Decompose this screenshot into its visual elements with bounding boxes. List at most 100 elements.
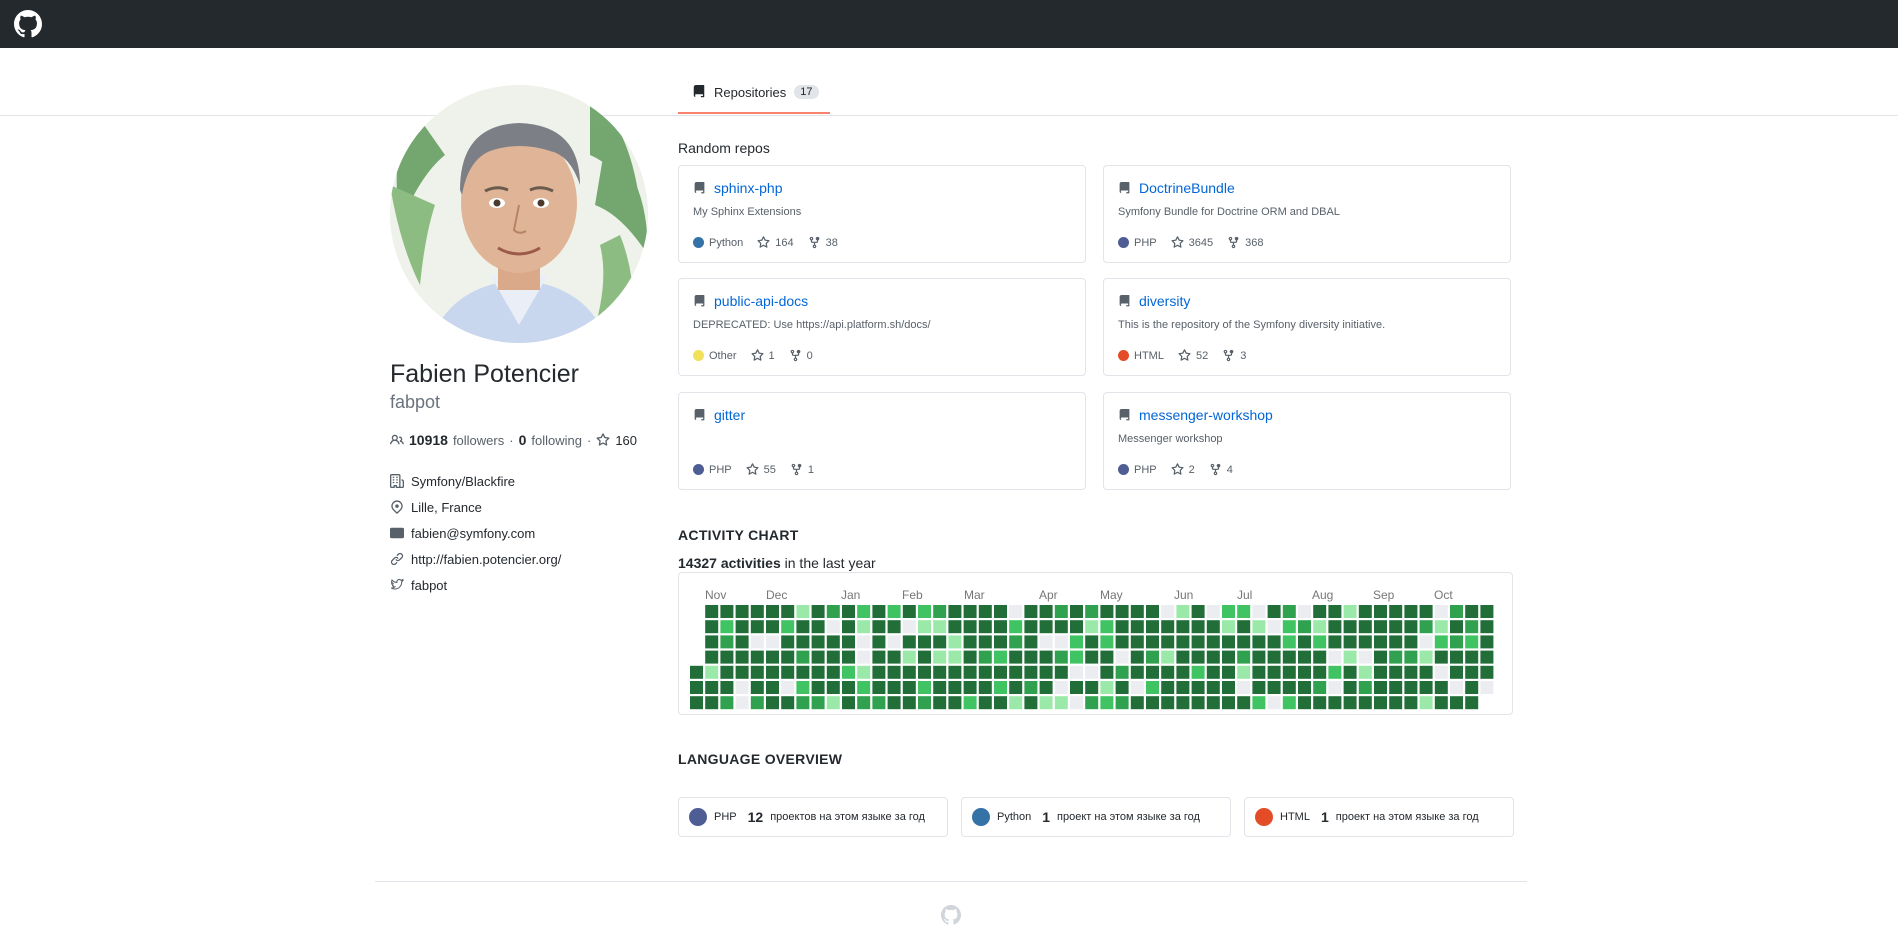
activity-day-cell <box>1298 635 1311 649</box>
repo-forks[interactable]: 4 <box>1209 463 1233 476</box>
activity-day-cell <box>705 620 719 634</box>
github-mark-icon[interactable] <box>14 10 42 38</box>
activity-grid <box>690 605 1494 710</box>
repo-forks-count: 0 <box>806 349 813 362</box>
following-label[interactable]: following <box>531 433 582 448</box>
repo-meta: Other 1 0 <box>693 349 1071 362</box>
repo-card[interactable]: DoctrineBundle Symfony Bundle for Doctrin… <box>1103 165 1511 263</box>
activity-day-cell <box>1434 696 1448 710</box>
activity-day-cell <box>750 696 764 710</box>
activity-day-cell <box>1009 605 1023 618</box>
repo-stars[interactable]: 3645 <box>1171 236 1213 249</box>
repo-forks-count: 38 <box>825 236 838 249</box>
activity-day-cell <box>1024 635 1038 649</box>
activity-day-cell <box>1100 620 1114 634</box>
month-label: Oct <box>1434 588 1453 602</box>
repo-stars[interactable]: 1 <box>750 349 775 362</box>
star-icon <box>1171 236 1184 248</box>
activity-day-cell <box>1419 605 1433 618</box>
followers-count[interactable]: 10918 <box>409 432 448 448</box>
repo-card[interactable]: diversity This is the repository of the S… <box>1103 278 1511 376</box>
github-mark-icon[interactable] <box>941 905 961 925</box>
activity-day-cell <box>1070 650 1083 664</box>
repo-stars[interactable]: 55 <box>746 463 776 476</box>
stars-count[interactable]: 160 <box>615 433 637 448</box>
activity-day-cell <box>1358 696 1372 710</box>
activity-day-cell <box>1434 665 1448 679</box>
activity-day-cell <box>1267 665 1281 679</box>
repo-forks[interactable]: 1 <box>790 463 814 476</box>
repo-name-link[interactable]: DoctrineBundle <box>1139 180 1235 196</box>
activity-day-cell <box>1282 635 1296 649</box>
activity-day-cell <box>872 650 886 664</box>
activity-day-cell <box>1161 681 1175 694</box>
activity-day-cell <box>994 635 1007 649</box>
tab-repositories-count: 17 <box>794 85 819 99</box>
repo-name-link[interactable]: messenger-workshop <box>1139 407 1273 423</box>
activity-day-cell <box>994 696 1007 710</box>
twitter-link[interactable]: fabpot <box>411 578 447 593</box>
activity-day-cell <box>1450 605 1463 618</box>
activity-day-cell <box>750 681 764 694</box>
random-repos-heading: Random repos <box>678 140 770 156</box>
activity-suffix: in the last year <box>780 555 876 571</box>
activity-day-cell <box>826 650 840 664</box>
repo-name-link[interactable]: sphinx-php <box>714 180 783 196</box>
activity-day-cell <box>735 681 749 694</box>
activity-day-cell <box>857 665 871 679</box>
activity-day-cell <box>750 635 764 649</box>
activity-day-cell <box>1237 650 1251 664</box>
repo-forks[interactable]: 0 <box>789 349 813 362</box>
activity-day-cell <box>1009 696 1023 710</box>
repo-stars[interactable]: 2 <box>1171 463 1195 476</box>
activity-day-cell <box>1161 605 1175 618</box>
repo-card[interactable]: public-api-docs DEPRECATED: Use https://a… <box>678 278 1086 376</box>
tab-repositories[interactable]: Repositories 17 <box>678 72 830 114</box>
language-card: HTML 1 проект на этом языке за год <box>1244 797 1514 837</box>
language-text: проект на этом языке за год <box>1335 811 1479 823</box>
activity-day-cell <box>1009 650 1023 664</box>
month-label: May <box>1100 588 1123 602</box>
activity-day-cell <box>735 635 749 649</box>
repo-forks[interactable]: 368 <box>1227 236 1263 249</box>
activity-day-cell <box>1161 696 1175 710</box>
repo-stars-count: 55 <box>763 463 776 476</box>
repo-forks[interactable]: 38 <box>808 236 838 249</box>
repo-forks[interactable]: 3 <box>1222 349 1246 362</box>
activity-day-cell <box>1130 620 1144 634</box>
fork-icon <box>1223 349 1234 362</box>
followers-label[interactable]: followers <box>453 433 504 448</box>
activity-day-cell <box>1024 650 1038 664</box>
activity-day-cell <box>1130 605 1144 618</box>
activity-day-cell <box>1282 665 1296 679</box>
activity-day-cell <box>842 635 855 649</box>
website-link[interactable]: http://fabien.potencier.org/ <box>411 552 561 567</box>
activity-day-cell <box>918 681 931 694</box>
activity-day-cell <box>811 696 825 710</box>
activity-day-cell <box>1434 605 1448 618</box>
activity-day-cell <box>857 650 871 664</box>
activity-day-cell <box>1328 635 1342 649</box>
repo-name-link[interactable]: diversity <box>1139 293 1190 309</box>
following-count[interactable]: 0 <box>519 432 527 448</box>
company-label: Symfony/Blackfire <box>411 473 516 489</box>
language-color-dot <box>1118 350 1129 361</box>
repo-card[interactable]: gitter PHP 55 1 <box>678 392 1086 490</box>
activity-day-cell <box>1024 665 1038 679</box>
activity-day-cell <box>705 696 719 710</box>
activity-day-cell <box>1328 605 1342 618</box>
activity-day-cell <box>1024 696 1038 710</box>
activity-day-cell <box>735 696 749 710</box>
repo-stars[interactable]: 52 <box>1178 349 1208 362</box>
activity-day-cell <box>1222 650 1235 664</box>
repo-name-link[interactable]: public-api-docs <box>714 293 808 309</box>
activity-day-cell <box>978 620 992 634</box>
repo-stars[interactable]: 164 <box>757 236 794 249</box>
repo-card[interactable]: sphinx-php My Sphinx Extensions Python 164 3… <box>678 165 1086 263</box>
repo-card[interactable]: messenger-workshop Messenger workshop PHP 2… <box>1103 392 1511 490</box>
mail-icon <box>390 527 404 539</box>
activity-day-cell <box>933 681 947 694</box>
repo-name-link[interactable]: gitter <box>714 407 745 423</box>
email-link[interactable]: fabien@symfony.com <box>411 526 535 541</box>
activity-day-cell <box>750 665 764 679</box>
